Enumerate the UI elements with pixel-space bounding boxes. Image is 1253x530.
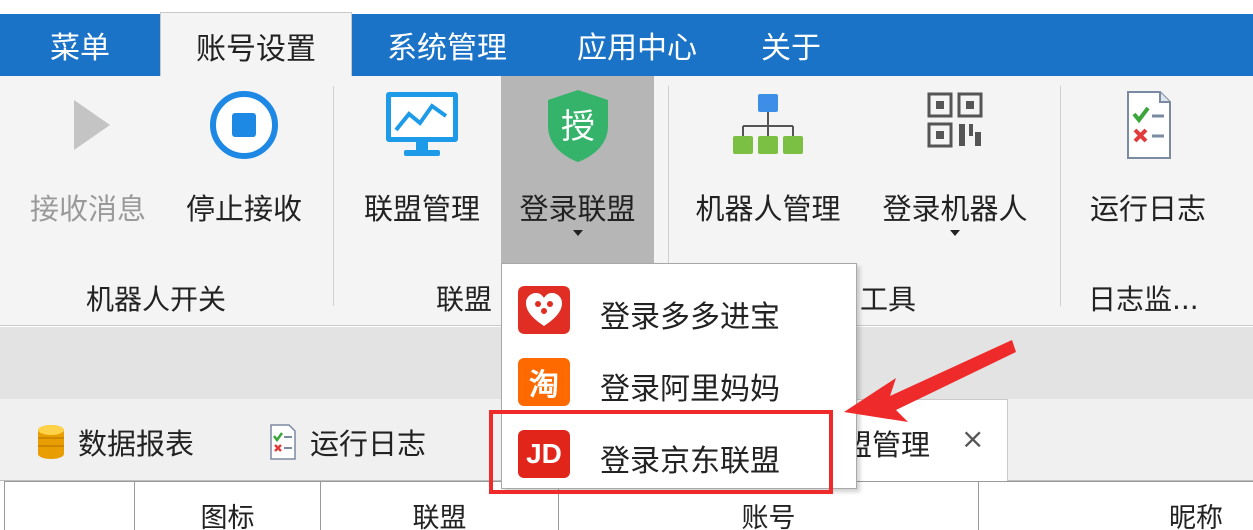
menu-item-login-jd[interactable]: JD 登录京东联盟 <box>502 418 856 488</box>
org-chart-icon <box>733 94 803 154</box>
tab-app-center[interactable]: 应用中心 <box>552 14 722 76</box>
alliance-management-label: 联盟管理 <box>363 192 480 226</box>
alliance-management-button[interactable]: 联盟管理 <box>350 76 494 246</box>
run-log-button[interactable]: 运行日志 <box>1076 76 1220 246</box>
checklist-icon <box>270 424 296 460</box>
menu-item-login-pdd[interactable]: 登录多多进宝 <box>502 274 856 344</box>
tab-menu[interactable]: 菜单 <box>0 14 160 76</box>
login-robot-button[interactable]: 登录机器人 <box>870 76 1040 246</box>
robot-management-button[interactable]: 机器人管理 <box>686 76 850 246</box>
ribbon-tab-bar: 菜单 账号设置 系统管理 应用中心 关于 <box>0 0 1253 78</box>
grid-header-nickname[interactable]: 昵称 <box>978 481 1253 530</box>
group-separator <box>333 86 334 306</box>
receive-message-button[interactable]: 接收消息 <box>20 76 156 246</box>
group-label-robot-switch: 机器人开关 <box>86 283 227 316</box>
tab-account-settings[interactable]: 账号设置 <box>160 12 352 78</box>
group-label-alliance: 联盟 <box>436 283 493 316</box>
receive-message-label: 接收消息 <box>29 192 146 226</box>
auth-glyph: 授 <box>561 107 595 147</box>
tab-data-report-label: 数据报表 <box>78 427 195 461</box>
tab-run-log-doc[interactable]: 运行日志 <box>266 417 426 467</box>
monitor-chart-icon <box>386 92 458 156</box>
tab-run-log-label: 运行日志 <box>310 427 427 461</box>
login-robot-label: 登录机器人 <box>882 192 1028 226</box>
database-icon <box>38 425 64 459</box>
robot-management-label: 机器人管理 <box>695 192 841 226</box>
group-label-log-monitor: 日志监... <box>1088 283 1199 316</box>
tab-system-management[interactable]: 系统管理 <box>362 14 532 76</box>
stop-icon <box>210 91 278 159</box>
menu-item-login-pdd-label: 登录多多进宝 <box>600 300 780 335</box>
auth-shield-icon: 授 <box>547 90 608 162</box>
qr-code-icon <box>927 92 983 148</box>
play-icon <box>74 100 110 150</box>
login-alliance-label: 登录联盟 <box>519 192 636 226</box>
close-icon[interactable]: × <box>961 422 984 455</box>
pinduoduo-icon <box>518 286 570 334</box>
chevron-down-icon <box>572 230 583 236</box>
jd-icon: JD <box>518 430 570 478</box>
tab-about[interactable]: 关于 <box>736 14 846 76</box>
checklist-icon <box>1127 91 1171 159</box>
grid-header-icon[interactable]: 图标 <box>134 481 320 530</box>
taobao-icon: 淘 <box>518 358 570 406</box>
group-separator <box>1060 86 1061 306</box>
stop-receive-button[interactable]: 停止接收 <box>174 76 314 246</box>
run-log-label: 运行日志 <box>1089 192 1206 226</box>
menu-item-login-alimama[interactable]: 淘 登录阿里妈妈 <box>502 346 856 416</box>
menu-item-login-jd-label: 登录京东联盟 <box>600 444 780 479</box>
login-alliance-dropdown: 登录多多进宝 淘 登录阿里妈妈 JD 登录京东联盟 <box>501 263 857 489</box>
stop-receive-label: 停止接收 <box>185 192 302 226</box>
group-label-tools: 工具 <box>860 283 917 316</box>
grid-header-row-indicator[interactable] <box>4 481 134 530</box>
login-alliance-button[interactable]: 授 登录联盟 <box>501 76 654 264</box>
menu-item-login-alimama-label: 登录阿里妈妈 <box>600 372 780 407</box>
tab-data-report[interactable]: 数据报表 <box>34 417 194 467</box>
chevron-down-icon <box>950 230 960 236</box>
